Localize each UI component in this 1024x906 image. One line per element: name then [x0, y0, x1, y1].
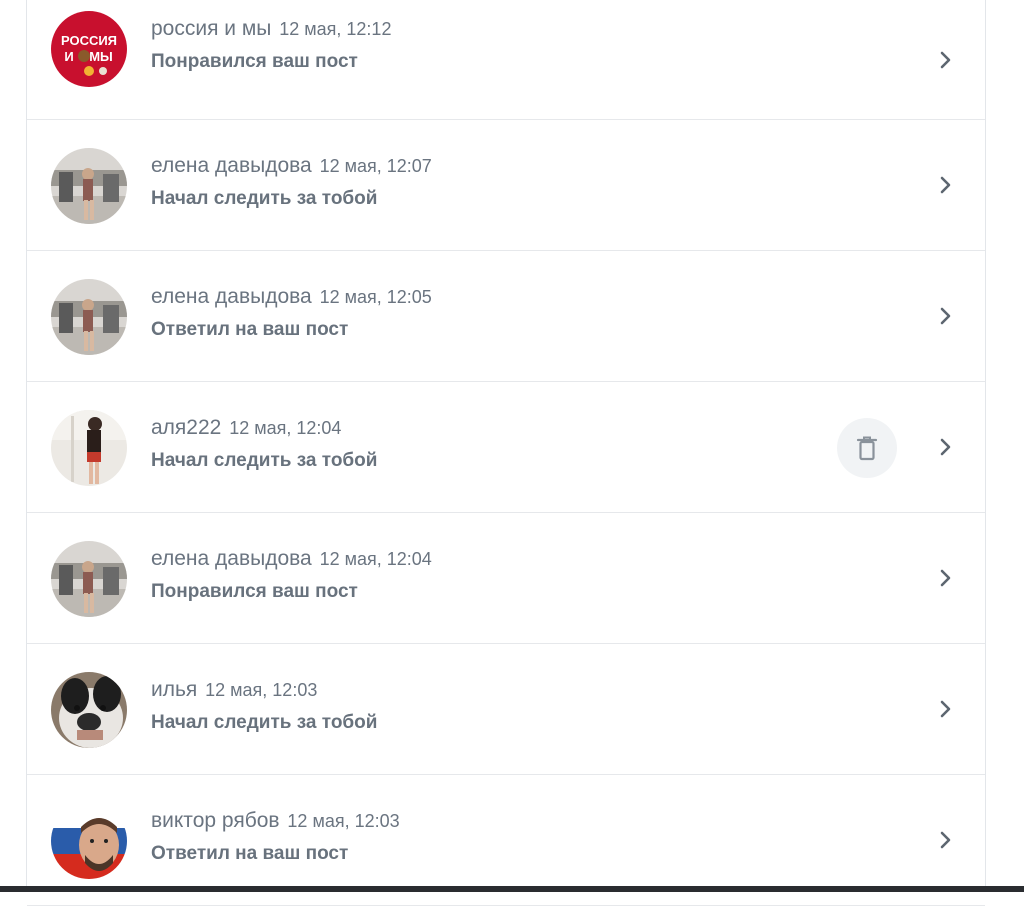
chevron-right-icon[interactable] [933, 304, 957, 328]
timestamp: 12 мая, 12:04 [319, 549, 432, 569]
notification-row[interactable]: елена давыдова 12 мая, 12:04 Понравился … [27, 513, 985, 644]
avatar[interactable] [51, 148, 127, 224]
notification-action: Ответил на ваш пост [151, 843, 349, 864]
notification-action: Начал следить за тобой [151, 712, 378, 733]
notification-action: Начал следить за тобой [151, 450, 378, 471]
avatar[interactable]: РОССИЯ И МЫ [51, 11, 127, 87]
notification-row[interactable]: елена давыдова 12 мая, 12:07 Начал следи… [27, 120, 985, 251]
avatar-logo-text: РОССИЯ [61, 33, 117, 48]
notification-row[interactable]: аля222 12 мая, 12:04 Начал следить за то… [27, 382, 985, 513]
avatar[interactable] [51, 541, 127, 617]
timestamp: 12 мая, 12:07 [319, 156, 432, 176]
timestamp: 12 мая, 12:03 [205, 680, 318, 700]
bottom-toolbar-edge [0, 886, 1024, 892]
trash-icon [856, 436, 878, 461]
user-name[interactable]: илья [151, 678, 197, 701]
user-name[interactable]: елена давыдова [151, 285, 312, 308]
notification-action: Понравился ваш пост [151, 581, 358, 602]
avatar[interactable] [51, 410, 127, 486]
timestamp: 12 мая, 12:03 [287, 811, 400, 831]
user-name[interactable]: россия и мы [151, 17, 271, 40]
svg-text:И: И [64, 49, 73, 64]
delete-button[interactable] [837, 418, 897, 478]
chevron-right-icon[interactable] [933, 173, 957, 197]
avatar[interactable] [51, 672, 127, 748]
chevron-right-icon[interactable] [933, 566, 957, 590]
svg-text:МЫ: МЫ [89, 49, 113, 64]
notification-action: Ответил на ваш пост [151, 319, 349, 340]
notifications-list: РОССИЯ И МЫ россия и мы 12 мая, 12:12 По… [26, 0, 986, 906]
chevron-right-icon[interactable] [933, 48, 957, 72]
chevron-right-icon[interactable] [933, 828, 957, 852]
notification-action: Понравился ваш пост [151, 51, 358, 72]
user-name[interactable]: елена давыдова [151, 547, 312, 570]
notification-row[interactable]: елена давыдова 12 мая, 12:05 Ответил на … [27, 251, 985, 382]
avatar[interactable] [51, 803, 127, 879]
chevron-right-icon[interactable] [933, 435, 957, 459]
avatar[interactable] [51, 279, 127, 355]
chevron-right-icon[interactable] [933, 697, 957, 721]
user-name[interactable]: аля222 [151, 416, 221, 439]
notification-action: Начал следить за тобой [151, 188, 378, 209]
user-name[interactable]: виктор рябов [151, 809, 280, 832]
notification-row[interactable]: РОССИЯ И МЫ россия и мы 12 мая, 12:12 По… [27, 0, 985, 120]
timestamp: 12 мая, 12:05 [319, 287, 432, 307]
timestamp: 12 мая, 12:12 [279, 19, 392, 39]
notification-row[interactable]: илья 12 мая, 12:03 Начал следить за тобо… [27, 644, 985, 775]
user-name[interactable]: елена давыдова [151, 154, 312, 177]
timestamp: 12 мая, 12:04 [229, 418, 342, 438]
